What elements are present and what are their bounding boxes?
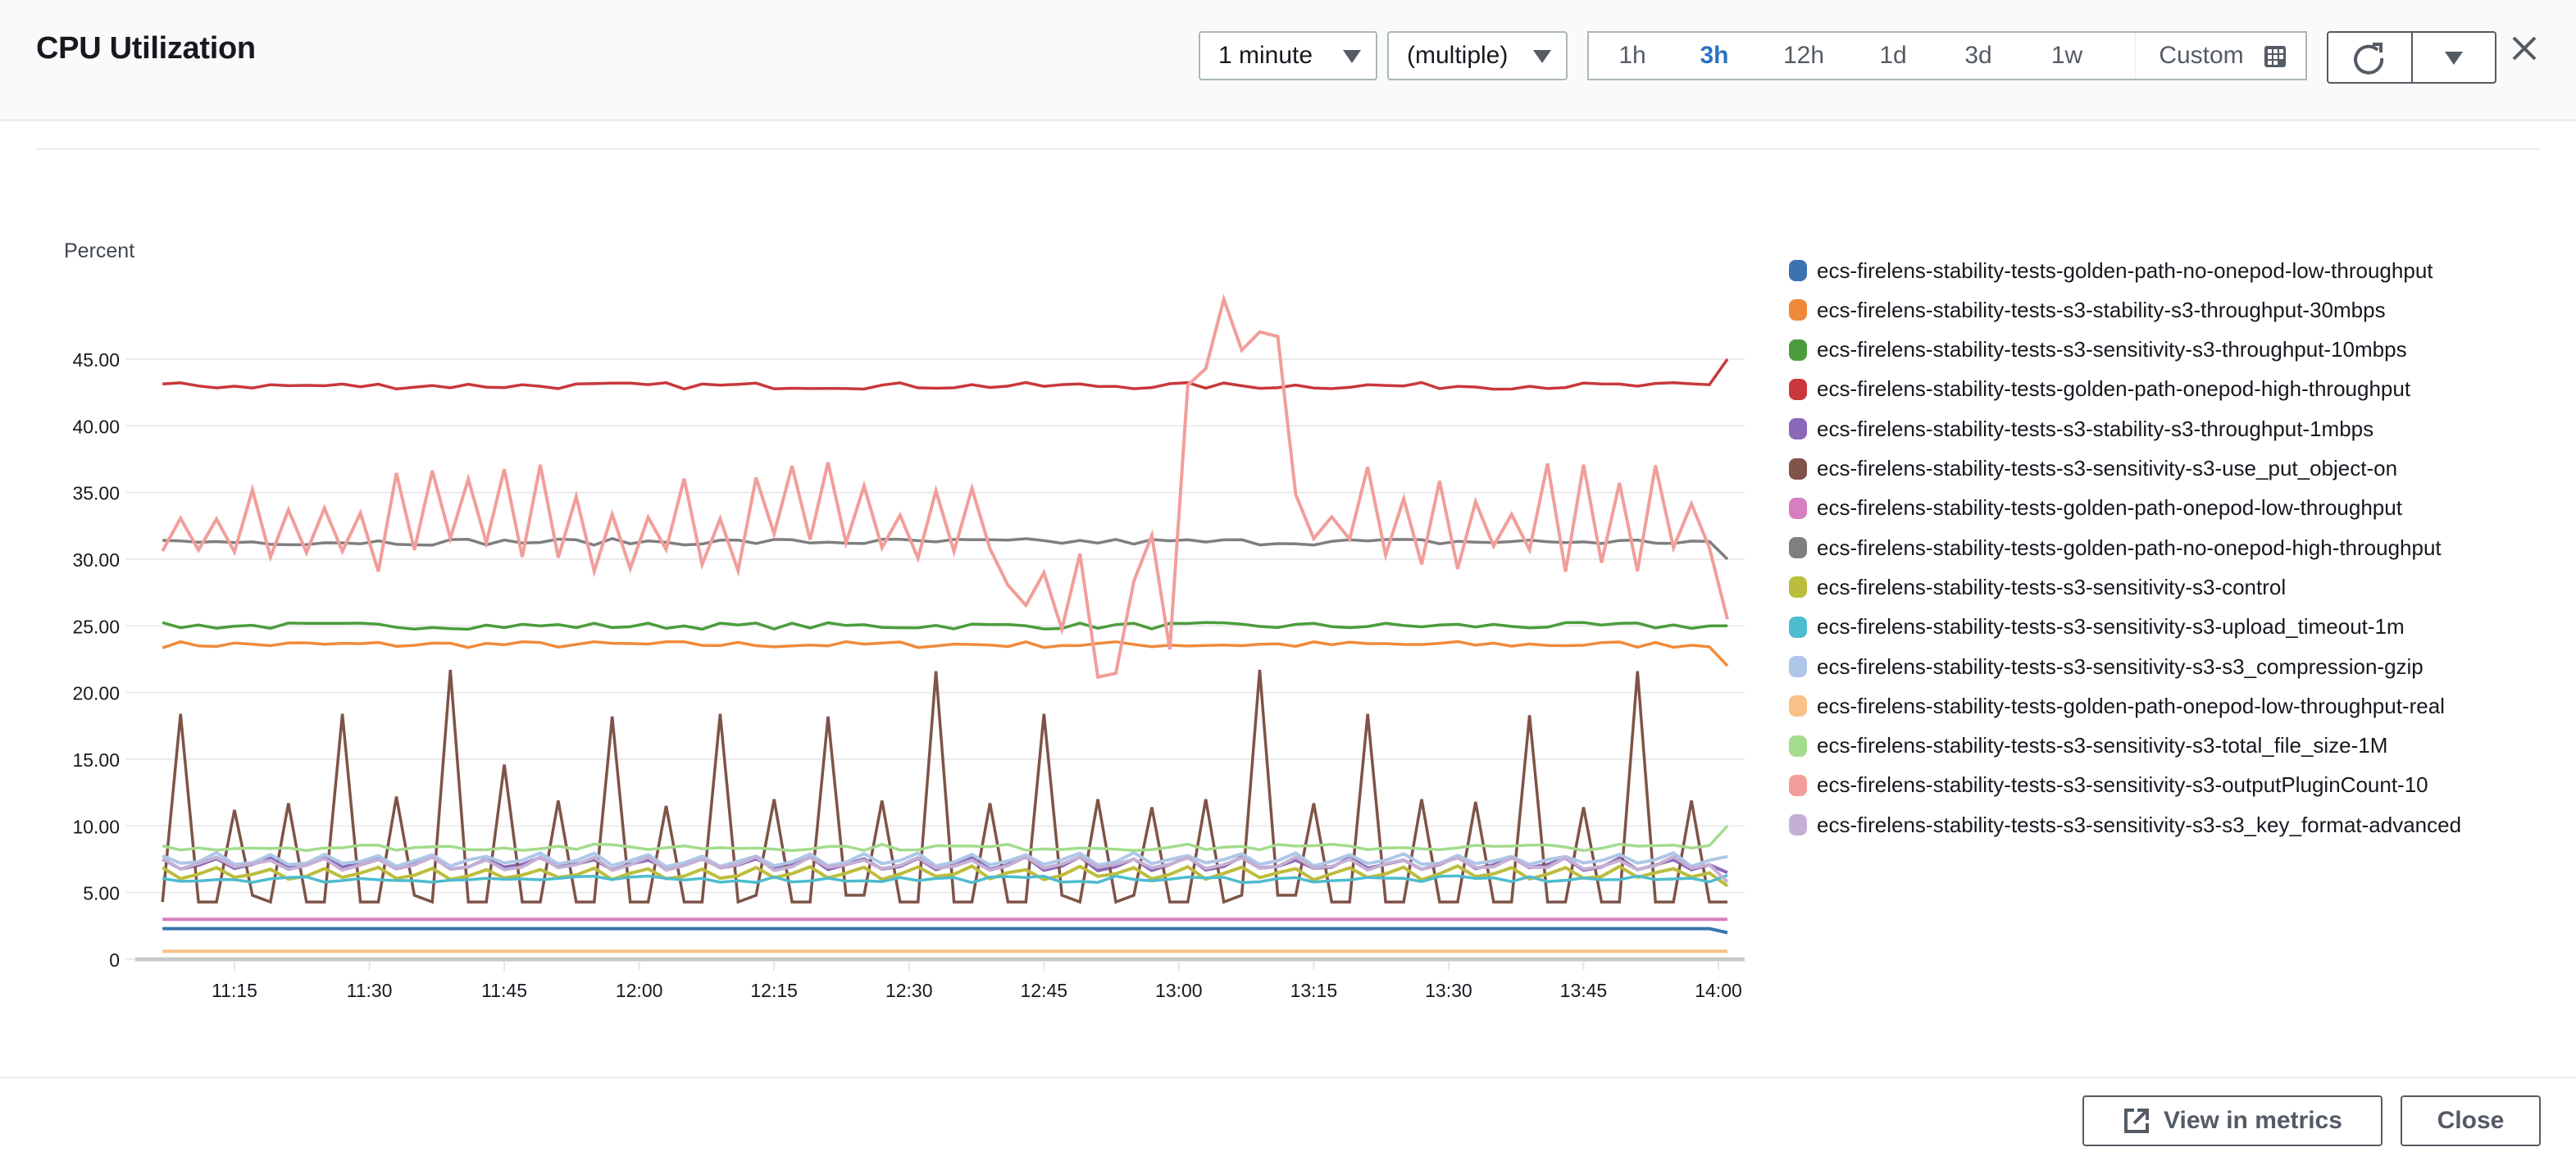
x-tick-label: 13:15 <box>1290 980 1338 1001</box>
x-tick-label: 13:00 <box>1155 980 1203 1001</box>
y-tick-label: 30.00 <box>72 549 120 571</box>
x-tick-label: 13:30 <box>1425 980 1472 1001</box>
legend-label: ecs-firelens-stability-tests-golden-path… <box>1817 495 2402 521</box>
legend-swatch <box>1789 537 1807 559</box>
legend-item[interactable]: ecs-firelens-stability-tests-s3-sensitiv… <box>1789 808 2461 841</box>
y-tick-label: 25.00 <box>72 616 120 637</box>
view-in-metrics-button[interactable]: View in metrics <box>2082 1095 2383 1146</box>
close-icon[interactable] <box>2509 33 2540 64</box>
legend-item[interactable]: ecs-firelens-stability-tests-golden-path… <box>1789 373 2410 406</box>
legend-label: ecs-firelens-stability-tests-s3-stabilit… <box>1817 416 2374 441</box>
series-line-2 <box>162 640 1729 667</box>
legend-swatch <box>1789 576 1807 599</box>
external-link-icon <box>2124 1109 2150 1133</box>
legend-item[interactable]: ecs-firelens-stability-tests-golden-path… <box>1789 531 2442 564</box>
refresh-options-button[interactable] <box>2411 31 2496 84</box>
legend-label: ecs-firelens-stability-tests-s3-sensitiv… <box>1817 772 2428 798</box>
close-label: Close <box>2437 1107 2505 1134</box>
x-tick-label: 11:30 <box>347 980 393 1001</box>
y-tick-label: 20.00 <box>72 683 120 704</box>
legend-swatch <box>1789 458 1807 480</box>
view-in-metrics-label: View in metrics <box>2164 1107 2342 1134</box>
series-line-13 <box>162 825 1729 853</box>
refresh-button[interactable] <box>2327 31 2413 84</box>
close-button[interactable]: Close <box>2401 1095 2541 1146</box>
x-tick-label: 12:45 <box>1020 980 1067 1001</box>
series-line-4 <box>162 357 1729 391</box>
y-tick-label: 45.00 <box>72 349 120 371</box>
x-tick-label: 12:15 <box>750 980 798 1001</box>
legend-label: ecs-firelens-stability-tests-s3-sensitiv… <box>1817 456 2398 480</box>
legend-item[interactable]: ecs-firelens-stability-tests-golden-path… <box>1789 254 2433 287</box>
legend-swatch <box>1789 260 1807 281</box>
y-tick-label: 10.00 <box>72 816 120 837</box>
legend-item[interactable]: ecs-firelens-stability-tests-golden-path… <box>1789 492 2402 525</box>
y-tick-label: 35.00 <box>72 483 120 504</box>
cpu-utilization-chart: 0 5.00 10.00 15.00 20.00 25.00 30.00 35.00 40.00… <box>72 293 1745 1001</box>
legend-label: ecs-firelens-stability-tests-golden-path… <box>1817 257 2433 283</box>
legend-swatch <box>1789 774 1807 796</box>
legend-swatch <box>1789 616 1807 638</box>
legend-swatch <box>1789 497 1807 519</box>
legend-swatch <box>1789 695 1807 717</box>
legend-label: ecs-firelens-stability-tests-s3-sensitiv… <box>1817 574 2287 599</box>
legend-label: ecs-firelens-stability-tests-s3-stabilit… <box>1817 297 2386 322</box>
legend-item[interactable]: ecs-firelens-stability-tests-s3-stabilit… <box>1789 412 2373 445</box>
x-tick-label: 11:45 <box>481 980 527 1001</box>
legend-item[interactable]: ecs-firelens-stability-tests-s3-sensitiv… <box>1789 334 2407 367</box>
x-tick-label: 12:30 <box>885 980 933 1001</box>
series-line-14 <box>161 293 1729 680</box>
refresh-icon <box>2354 43 2384 75</box>
legend-swatch <box>1789 299 1807 321</box>
legend-item[interactable]: ecs-firelens-stability-tests-s3-sensitiv… <box>1789 453 2397 485</box>
legend-item[interactable]: ecs-firelens-stability-tests-golden-path… <box>1789 690 2445 722</box>
y-tick-label: 0 <box>109 949 120 971</box>
x-tick-label: 13:45 <box>1560 980 1608 1001</box>
legend-item[interactable]: ecs-firelens-stability-tests-s3-sensitiv… <box>1789 611 2405 644</box>
time-range-3d[interactable]: 3d <box>1953 33 2004 79</box>
time-range-1w[interactable]: 1w <box>2041 33 2092 79</box>
legend-item[interactable]: ecs-firelens-stability-tests-s3-sensitiv… <box>1789 730 2387 763</box>
range-separator <box>2135 33 2136 79</box>
legend-swatch <box>1789 418 1807 440</box>
legend-item[interactable]: ecs-firelens-stability-tests-s3-sensitiv… <box>1789 650 2424 683</box>
y-tick-label: 15.00 <box>72 749 120 771</box>
legend-item[interactable]: ecs-firelens-stability-tests-s3-sensitiv… <box>1789 571 2286 603</box>
time-range-12h[interactable]: 12h <box>1771 33 1836 79</box>
x-tick-label: 14:00 <box>1695 980 1742 1001</box>
legend-label: ecs-firelens-stability-tests-golden-path… <box>1817 535 2442 560</box>
y-tick-label: 5.00 <box>83 883 120 904</box>
legend-swatch <box>1789 656 1807 677</box>
x-tick-label: 12:00 <box>616 980 663 1001</box>
legend-swatch <box>1789 339 1807 361</box>
legend-label: ecs-firelens-stability-tests-s3-sensitiv… <box>1817 812 2462 837</box>
legend-swatch <box>1789 378 1807 400</box>
y-tick-label: 40.00 <box>72 416 120 437</box>
legend-swatch <box>1789 814 1807 836</box>
legend-label: ecs-firelens-stability-tests-s3-sensitiv… <box>1817 653 2424 679</box>
time-range-custom[interactable]: Custom <box>2148 33 2255 79</box>
caret-down-icon <box>2445 52 2463 65</box>
legend-label: ecs-firelens-stability-tests-golden-path… <box>1817 376 2411 402</box>
legend-item[interactable]: ecs-firelens-stability-tests-s3-sensitiv… <box>1789 769 2428 802</box>
legend-label: ecs-firelens-stability-tests-s3-sensitiv… <box>1817 614 2405 640</box>
footer-divider <box>0 1077 2576 1078</box>
legend-swatch <box>1789 735 1807 757</box>
legend-label: ecs-firelens-stability-tests-golden-path… <box>1817 693 2445 718</box>
series-line-1 <box>162 927 1728 935</box>
legend-item[interactable]: ecs-firelens-stability-tests-s3-stabilit… <box>1789 294 2386 326</box>
time-range-1d[interactable]: 1d <box>1868 33 1918 79</box>
legend-label: ecs-firelens-stability-tests-s3-sensitiv… <box>1817 733 2388 758</box>
x-tick-label: 11:15 <box>212 980 257 1001</box>
calendar-icon[interactable] <box>2264 46 2286 67</box>
legend-label: ecs-firelens-stability-tests-s3-sensitiv… <box>1817 337 2407 362</box>
